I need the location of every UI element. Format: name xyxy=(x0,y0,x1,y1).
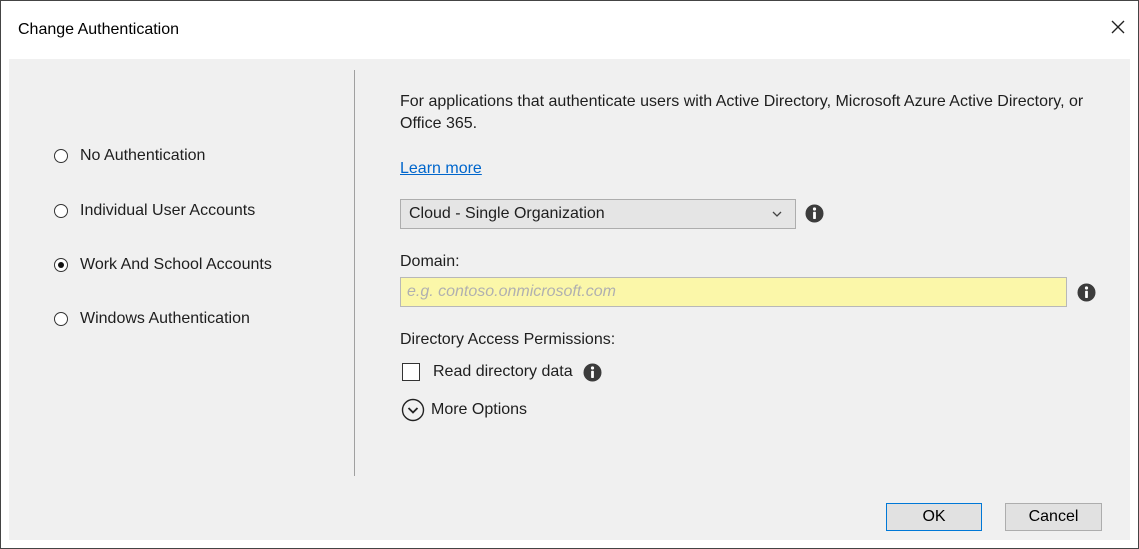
vertical-divider xyxy=(354,70,355,476)
dialog-body: No Authentication Individual User Accoun… xyxy=(9,59,1130,540)
radio-button[interactable] xyxy=(54,149,68,163)
info-icon[interactable] xyxy=(583,363,602,382)
ok-button[interactable]: OK xyxy=(886,503,982,531)
learn-more-link[interactable]: Learn more xyxy=(400,160,482,178)
radio-button[interactable] xyxy=(54,312,68,326)
radio-label: Individual User Accounts xyxy=(80,202,256,219)
radio-windows-authentication[interactable]: Windows Authentication xyxy=(54,308,250,330)
read-directory-data-checkbox[interactable]: Read directory data xyxy=(402,361,602,383)
radio-label: Work And School Accounts xyxy=(80,256,272,273)
radio-button[interactable] xyxy=(54,204,68,218)
radio-label: Windows Authentication xyxy=(80,310,250,327)
directory-access-permissions-label: Directory Access Permissions: xyxy=(400,331,616,348)
organization-type-dropdown[interactable]: Cloud - Single Organization xyxy=(400,199,796,229)
auth-description: For applications that authenticate users… xyxy=(400,93,1084,132)
radio-no-authentication[interactable]: No Authentication xyxy=(54,145,205,167)
dialog-title: Change Authentication xyxy=(18,21,180,38)
radio-work-and-school-accounts[interactable]: Work And School Accounts xyxy=(54,254,272,276)
info-icon[interactable] xyxy=(805,204,824,223)
more-options-toggle[interactable]: More Options xyxy=(401,398,527,422)
change-authentication-dialog: Change Authentication No Authentication … xyxy=(0,0,1139,549)
domain-label: Domain: xyxy=(400,253,460,270)
chevron-down-circle-icon xyxy=(401,398,425,422)
radio-label: No Authentication xyxy=(80,147,206,164)
info-icon[interactable] xyxy=(1077,283,1096,302)
radio-individual-user-accounts[interactable]: Individual User Accounts xyxy=(54,200,255,222)
close-icon xyxy=(1111,20,1125,34)
radio-button[interactable] xyxy=(54,258,68,272)
title-bar: Change Authentication xyxy=(1,1,1138,59)
close-button[interactable] xyxy=(1106,15,1130,39)
more-options-label: More Options xyxy=(431,401,528,418)
checkbox-label: Read directory data xyxy=(433,363,573,380)
cancel-button[interactable]: Cancel xyxy=(1005,503,1102,531)
domain-input[interactable] xyxy=(400,277,1067,307)
chevron-down-icon xyxy=(772,211,782,217)
checkbox[interactable] xyxy=(402,363,420,381)
dropdown-selected-value: Cloud - Single Organization xyxy=(409,205,605,222)
